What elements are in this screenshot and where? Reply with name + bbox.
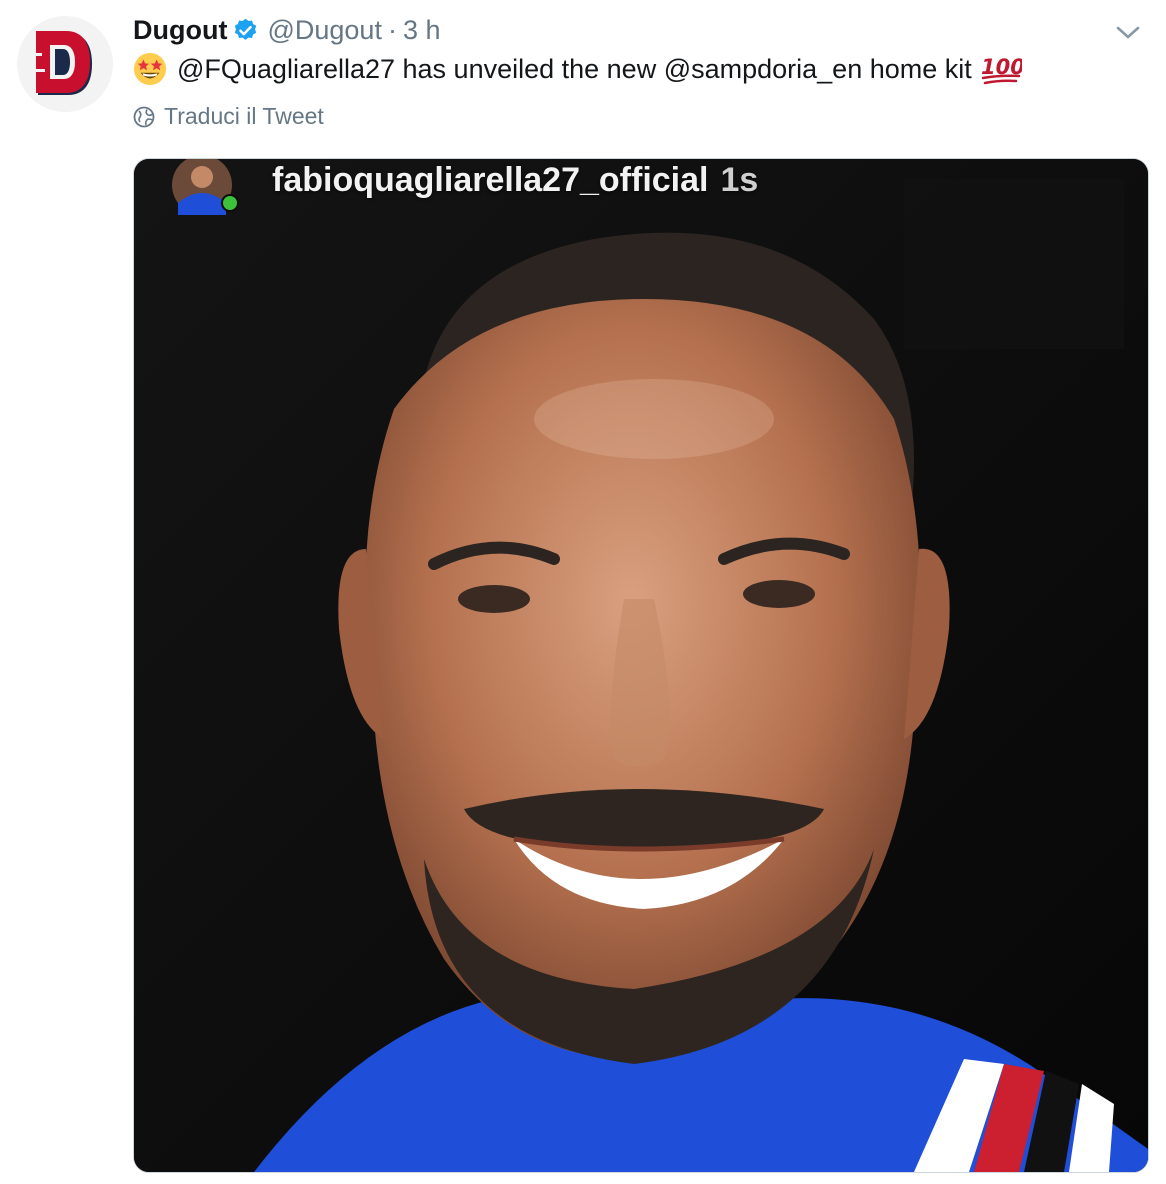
- story-username: fabioquagliarella27_official 1s: [272, 161, 758, 200]
- tweet-header: Dugout @Dugout · 3 h: [133, 12, 441, 48]
- story-username-text: fabioquagliarella27_official: [272, 161, 709, 199]
- dugout-logo-icon: [36, 31, 92, 95]
- handle[interactable]: @Dugout: [267, 12, 381, 48]
- story-time: 1s: [720, 161, 759, 199]
- tweet-text: @FQuagliarella27 has unveiled the new @s…: [133, 50, 1022, 88]
- story-photo: [134, 159, 1148, 1172]
- story-avatar-icon: [172, 159, 239, 215]
- translate-label: Traduci il Tweet: [164, 103, 324, 129]
- media-image[interactable]: fabioquagliarella27_official 1s: [133, 158, 1149, 1173]
- star-struck-emoji-icon: [133, 52, 167, 86]
- avatar[interactable]: [17, 16, 113, 112]
- chevron-down-icon[interactable]: [1113, 20, 1143, 44]
- separator-dot: ·: [387, 15, 397, 45]
- display-name[interactable]: Dugout: [133, 12, 227, 48]
- tweet-body: @FQuagliarella27 has unveiled the new @s…: [177, 54, 972, 84]
- globe-icon: [133, 106, 155, 127]
- translate-tweet-link[interactable]: Traduci il Tweet: [133, 103, 324, 130]
- hundred-points-emoji-icon: 100: [981, 55, 1022, 85]
- verified-badge-icon: [235, 18, 257, 40]
- timestamp[interactable]: 3 h: [403, 12, 441, 48]
